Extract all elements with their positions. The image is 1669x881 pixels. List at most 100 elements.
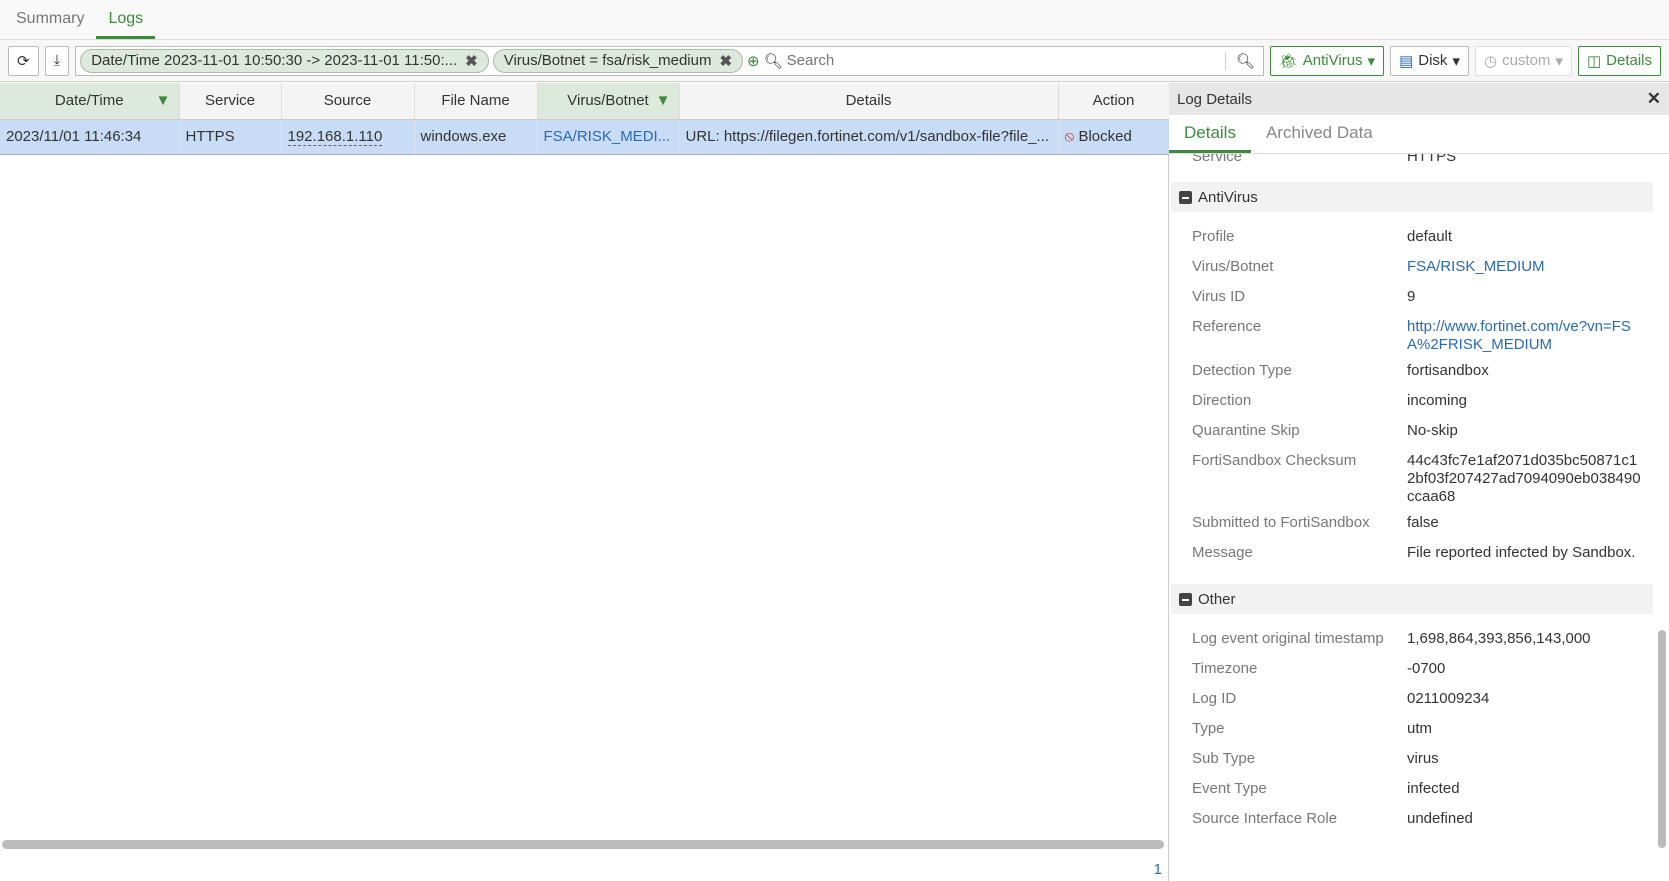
detail-key: Type xyxy=(1192,720,1225,737)
detail-key: Profile xyxy=(1192,228,1235,245)
column-header-virus-botnet[interactable]: Virus/Botnet ▼ xyxy=(537,83,680,120)
detail-value: utm xyxy=(1407,720,1433,737)
source-ip[interactable]: 192.168.1.110 xyxy=(287,128,383,146)
horizontal-scrollbar[interactable] xyxy=(2,840,1164,849)
clock-icon: ◷ xyxy=(1483,52,1498,70)
refresh-icon: ⟳ xyxy=(17,52,30,70)
caret-down-icon: ▾ xyxy=(1555,52,1563,70)
detail-value: fortisandbox xyxy=(1407,362,1489,379)
section-title: AntiVirus xyxy=(1198,188,1258,206)
detail-key: Log ID xyxy=(1192,690,1237,707)
page-number[interactable]: 1 xyxy=(1154,861,1162,878)
time-range-dropdown[interactable]: ◷ custom ▾ xyxy=(1474,45,1572,76)
filter-icon[interactable]: ▼ xyxy=(656,92,671,109)
disk-icon: ▤ xyxy=(1399,52,1414,70)
detail-key: Detection Type xyxy=(1192,362,1292,379)
bug-icon: 🐞︎ xyxy=(1278,52,1298,70)
detail-value: HTTPS xyxy=(1407,154,1457,165)
detail-key: Log event original timestamp xyxy=(1192,630,1384,647)
download-button[interactable]: ⤓ xyxy=(44,45,70,76)
tab-details[interactable]: Details xyxy=(1169,115,1251,153)
tab-logs[interactable]: Logs xyxy=(96,0,156,39)
detail-value: false xyxy=(1407,514,1439,531)
detail-row: Log event original timestamp 1,698,864,39… xyxy=(1169,626,1669,656)
detail-value: undefined xyxy=(1407,810,1473,827)
log-source-label: Disk xyxy=(1418,52,1448,69)
tab-archived-data[interactable]: Archived Data xyxy=(1251,115,1388,153)
section-antivirus[interactable]: AntiVirus xyxy=(1171,182,1653,212)
detail-value: 0211009234 xyxy=(1407,690,1490,707)
section-title: Other xyxy=(1198,590,1236,608)
close-icon[interactable]: ✖ xyxy=(465,52,478,70)
filter-chip-label: Date/Time 2023-11-01 10:50:30 -> 2023-11… xyxy=(91,51,458,69)
blocked-icon: ⦸ xyxy=(1064,128,1075,145)
detail-key: Timezone xyxy=(1192,660,1258,677)
header-label: Date/Time xyxy=(54,92,124,110)
cell-service: HTTPS xyxy=(179,119,282,155)
detail-value: -0700 xyxy=(1407,660,1446,677)
table-row[interactable]: 2023/11/01 11:46:34 HTTPS 192.168.1.110 … xyxy=(0,119,1170,155)
action-label: Blocked xyxy=(1078,128,1132,145)
column-header-details[interactable]: Details xyxy=(679,83,1059,120)
detail-row: Virus/Botnet FSA/RISK_MEDIUM xyxy=(1169,254,1669,284)
column-header-service[interactable]: Service xyxy=(179,83,282,120)
vertical-scrollbar[interactable] xyxy=(1658,630,1666,848)
detail-value: default xyxy=(1407,228,1453,245)
details-toggle-button[interactable]: ◫ Details xyxy=(1577,45,1661,76)
panel-title: Log Details xyxy=(1177,90,1253,108)
detail-row: Quarantine Skip No-skip xyxy=(1169,418,1669,448)
log-type-label: AntiVirus xyxy=(1302,52,1363,69)
cell-action: ⦸ Blocked xyxy=(1058,119,1170,155)
log-source-dropdown[interactable]: ▤ Disk ▾ xyxy=(1390,45,1469,76)
collapse-icon[interactable] xyxy=(1179,190,1192,204)
search-input[interactable] xyxy=(786,52,1221,69)
close-icon[interactable]: ✕ xyxy=(1647,89,1661,109)
collapse-icon[interactable] xyxy=(1179,592,1192,606)
toolbar: ⟳ ⤓ Date/Time 2023-11-01 10:50:30 -> 202… xyxy=(0,40,1669,82)
detail-value: virus xyxy=(1407,750,1439,767)
download-icon: ⤓ xyxy=(53,52,61,69)
cell-datetime: 2023/11/01 11:46:34 xyxy=(0,119,180,155)
filter-icon[interactable]: ▼ xyxy=(156,92,171,109)
detail-row: Message File reported infected by Sandbox… xyxy=(1169,540,1669,570)
detail-key: Source Interface Role xyxy=(1192,810,1338,827)
column-header-source[interactable]: Source xyxy=(281,83,415,120)
view-tabs: Summary Logs xyxy=(0,0,1669,40)
search-button[interactable]: 🔍︎ xyxy=(1224,51,1259,70)
section-other[interactable]: Other xyxy=(1171,584,1653,614)
cell-source[interactable]: 192.168.1.110 xyxy=(281,119,415,155)
detail-value[interactable]: http://www.fortinet.com/ve?vn=FSA%2FRISK… xyxy=(1407,318,1642,354)
detail-row: Source Interface Role undefined xyxy=(1169,806,1669,836)
search-icon: 🔍︎ xyxy=(763,52,783,70)
detail-key: Sub Type xyxy=(1192,750,1256,767)
cell-virus-botnet[interactable]: FSA/RISK_MEDI... xyxy=(537,119,680,155)
detail-row: Direction incoming xyxy=(1169,388,1669,418)
log-type-dropdown[interactable]: 🐞︎ AntiVirus ▾ xyxy=(1269,45,1385,76)
filter-chip-datetime[interactable]: Date/Time 2023-11-01 10:50:30 -> 2023-11… xyxy=(80,48,489,73)
details-body: Service HTTPS AntiVirus Profile default Vir… xyxy=(1169,154,1669,881)
filter-chip-virus[interactable]: Virus/Botnet = fsa/risk_medium ✖ xyxy=(492,48,744,73)
header-label: Virus/Botnet xyxy=(567,92,649,110)
caret-down-icon: ▾ xyxy=(1367,52,1376,70)
add-filter-icon[interactable]: ⊕ xyxy=(747,52,760,70)
detail-key: Virus/Botnet xyxy=(1192,258,1274,275)
column-header-datetime[interactable]: Date/Time ▼ xyxy=(0,83,180,120)
detail-value: 1,698,864,393,856,143,000 xyxy=(1407,630,1591,647)
close-icon[interactable]: ✖ xyxy=(719,52,732,70)
detail-row: Log ID 0211009234 xyxy=(1169,686,1669,716)
column-header-action[interactable]: Action xyxy=(1058,83,1170,120)
detail-row: Type utm xyxy=(1169,716,1669,746)
detail-value: File reported infected by Sandbox. xyxy=(1407,544,1636,561)
detail-key: Message xyxy=(1192,544,1253,561)
filter-search-bar[interactable]: Date/Time 2023-11-01 10:50:30 -> 2023-11… xyxy=(75,45,1264,76)
tab-summary[interactable]: Summary xyxy=(4,0,96,39)
detail-value[interactable]: FSA/RISK_MEDIUM xyxy=(1407,258,1642,280)
columns-icon: ◫ xyxy=(1586,52,1602,70)
filter-chip-label: Virus/Botnet = fsa/risk_medium xyxy=(503,51,712,69)
detail-row: Sub Type virus xyxy=(1169,746,1669,776)
cell-file-name: windows.exe xyxy=(414,119,538,155)
detail-value: incoming xyxy=(1407,392,1468,409)
column-header-file-name[interactable]: File Name xyxy=(414,83,538,120)
log-table-pane: Date/Time ▼ Service Source File Name Viru… xyxy=(0,83,1170,881)
refresh-button[interactable]: ⟳ xyxy=(8,45,39,76)
